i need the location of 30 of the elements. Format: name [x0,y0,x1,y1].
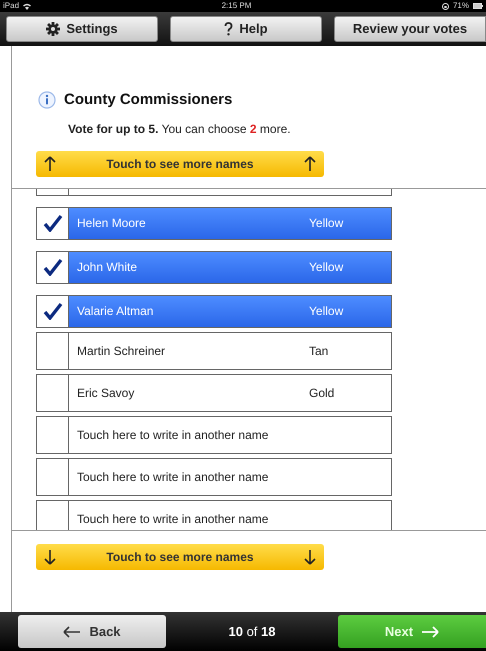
toolbar-button[interactable]: Review your votes [334,16,486,42]
checkmark-icon [42,214,62,232]
wifi-icon [23,2,32,10]
info-icon [38,91,56,110]
scroll-down-button[interactable]: Touch to see more names [36,544,324,570]
toolbar-button[interactable]: Help [170,16,322,42]
toolbar-button[interactable]: Settings [6,16,158,42]
candidate-option[interactable]: Helen Moore Yellow [69,208,391,238]
clock-time: 2:15 PM [222,0,252,12]
up-arrow-icon [304,156,316,172]
right-arrow-icon [421,626,440,638]
gear-icon [46,22,60,36]
down-arrow-icon [304,548,316,564]
vote-instructions: Vote for up to 5. You can choose 2 more. [68,120,292,138]
down-arrow-icon [44,548,56,564]
checkmark-icon [42,302,62,320]
checkmark-icon [42,258,62,276]
up-arrow-icon [44,156,56,172]
page-counter: 10 of 18 [227,622,276,641]
left-arrow-icon [63,626,82,638]
question-icon [224,22,234,36]
back-button[interactable]: Back [18,615,166,648]
device-name: iPad [3,0,20,12]
battery-icon [472,3,483,9]
lock-rotation-icon [442,2,449,10]
scroll-up-button[interactable]: Touch to see more names [36,150,324,176]
candidate-option[interactable]: Valarie Altman Yellow [69,296,391,326]
battery-percent: 71% [452,0,469,12]
contest-title: County Commissioners [64,90,232,110]
candidate-option[interactable]: John White Yellow [69,252,391,282]
